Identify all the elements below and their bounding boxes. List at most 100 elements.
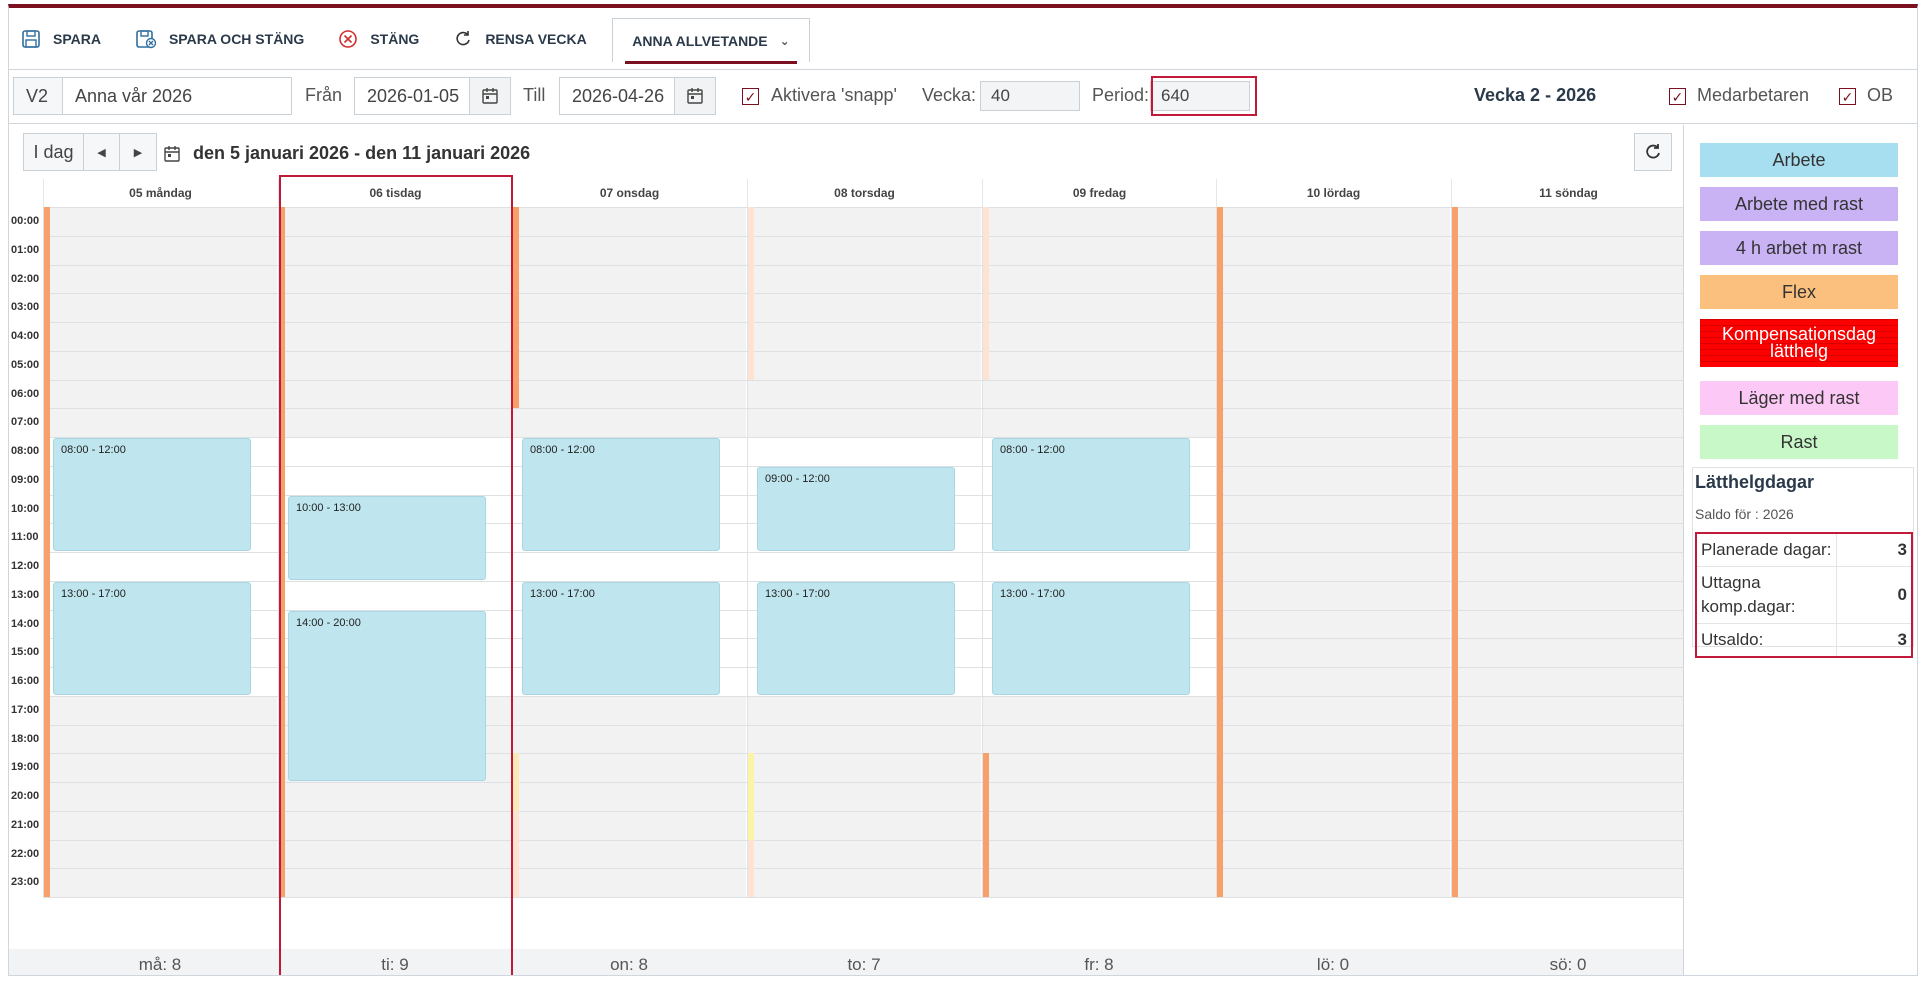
refresh-button[interactable] [1634,133,1672,171]
close-circle-icon [339,29,358,48]
next-week-button[interactable]: ▶ [120,134,156,170]
day-column[interactable] [512,207,746,897]
employee-label: Medarbetaren [1697,85,1810,105]
latthelg-row: Uttagna komp.dagar: 0 [1697,567,1911,624]
day-column[interactable] [43,207,277,897]
legend-kompensationsdag-lätthelg[interactable]: Kompensationsdag lätthelg [1700,319,1898,367]
calendar-icon [482,88,498,104]
day-header: 09 fredag [982,179,1216,207]
day-column[interactable] [747,207,981,897]
from-date-input[interactable]: 2026-01-05 [354,77,470,115]
legend-flex[interactable]: Flex [1700,275,1898,309]
schedule-event[interactable]: 13:00 - 17:00 [522,581,720,695]
week-label: Vecka: [922,85,977,105]
ob-bar [748,207,754,380]
hour-label: 02:00 [11,272,40,285]
ob-bar [513,207,519,409]
legend-arbete[interactable]: Arbete [1700,143,1898,177]
week-title: Vecka 2 - 2026 [1474,85,1597,105]
ob-bar [1452,207,1458,897]
calendar-icon [687,88,703,104]
app-window: SPARA SPARA OCH STÄNG STÄNG RENSA VECKA … [8,4,1918,976]
hour-label: 06:00 [11,387,40,400]
triangle-left-icon: ◀ [97,146,106,159]
snap-checkbox[interactable]: ✓ [742,88,759,105]
version-field[interactable]: V2 [13,77,63,115]
schedule-event[interactable]: 13:00 - 17:00 [53,581,251,695]
today-button[interactable]: I dag [24,134,84,170]
hour-label: 04:00 [11,330,40,342]
latthelg-row-label: Utsaldo: [1697,624,1837,656]
hour-label: 07:00 [11,416,40,429]
checkmark-icon: ✓ [1841,88,1854,105]
legend-rast[interactable]: Rast [1700,425,1898,459]
period-highlight [1151,76,1257,116]
calendar-nav: I dag ◀ ▶ [23,133,157,171]
latthelg-row-value: 3 [1897,630,1907,649]
refresh-icon [456,30,471,45]
latthelg-row: Planerade dagar: 3 [1697,534,1911,567]
save-close-icon [136,29,157,48]
schedule-event[interactable]: 13:00 - 17:00 [757,581,955,695]
week-calendar: I dag ◀ ▶ den 5 januari 2026 - den 11 ja… [9,125,1685,975]
schedule-event[interactable]: 08:00 - 12:00 [992,438,1190,551]
legend-läger-med-rast[interactable]: Läger med rast [1700,381,1898,415]
schedule-event[interactable]: 08:00 - 12:00 [53,438,251,551]
day-total: fr: 8 [982,949,1216,975]
hour-label: 15:00 [11,646,40,659]
legend-4-h-arbet-m-rast[interactable]: 4 h arbet m rast [1700,231,1898,265]
hour-label: 19:00 [11,761,40,774]
ob-bar [1217,207,1223,897]
to-date-input[interactable]: 2026-04-26 [559,77,675,115]
latthelg-row: Utsaldo: 3 [1697,624,1911,656]
user-tab[interactable]: ANNA ALLVETANDE ⌄ [612,18,810,64]
day-header: 11 söndag [1451,179,1685,207]
hour-label: 01:00 [11,243,40,256]
day-header: 05 måndag [43,179,277,207]
triangle-right-icon: ▶ [133,146,143,159]
save-and-close-label: SPARA OCH STÄNG [168,30,305,47]
save-button[interactable]: SPARA [9,8,123,69]
close-button[interactable]: STÄNG [326,8,441,69]
legend-arbete-med-rast[interactable]: Arbete med rast [1700,187,1898,221]
ob-bar [983,753,989,897]
day-header: 07 onsdag [512,179,746,207]
day-column[interactable] [1451,207,1685,897]
user-name: ANNA ALLVETANDE [632,32,768,49]
ob-bar [983,207,989,380]
schedule-name-field[interactable]: Anna vår 2026 [62,77,292,115]
hour-label: 18:00 [11,732,40,745]
employee-checkbox[interactable]: ✓ [1669,88,1686,105]
latthelg-title: Lätthelgdagar [1695,472,1815,492]
from-label: Från [305,85,343,105]
day-column[interactable] [982,207,1216,897]
schedule-event[interactable]: 13:00 - 17:00 [992,581,1190,695]
ob-label: OB [1867,85,1894,105]
latthelg-row-label: Uttagna komp.dagar: [1697,567,1837,623]
schedule-event[interactable]: 08:00 - 12:00 [522,438,720,551]
save-and-close-button[interactable]: SPARA OCH STÄNG [123,8,326,69]
day-header: 08 torsdag [747,179,981,207]
schedule-event[interactable]: 09:00 - 12:00 [757,466,955,551]
to-label: Till [523,85,546,105]
hour-label: 20:00 [11,790,40,802]
hour-label: 00:00 [11,215,40,227]
clear-week-button[interactable]: RENSA VECKA [441,8,608,69]
hour-label: 12:00 [11,560,40,572]
hour-label: 09:00 [11,473,40,486]
day-total: to: 7 [747,949,981,975]
to-date-picker-button[interactable] [674,77,716,115]
day-column[interactable] [1216,207,1450,897]
latthelg-subtitle: Saldo för : 2026 [1695,506,1794,522]
prev-week-button[interactable]: ◀ [84,134,120,170]
from-date-picker-button[interactable] [469,77,511,115]
tuesday-highlight [279,175,513,975]
ob-checkbox[interactable]: ✓ [1839,88,1856,105]
hour-label: 22:00 [11,847,40,860]
calendar-grid: 00:00 01:00 02:00 03:00 04:00 05:00 06:00 07:00… [9,179,1685,975]
week-input[interactable]: 40 [980,81,1080,111]
calendar-icon [164,146,180,162]
hour-label: 14:00 [11,617,40,630]
latthelg-row-label: Planerade dagar: [1697,534,1837,566]
hour-label: 05:00 [11,358,40,371]
